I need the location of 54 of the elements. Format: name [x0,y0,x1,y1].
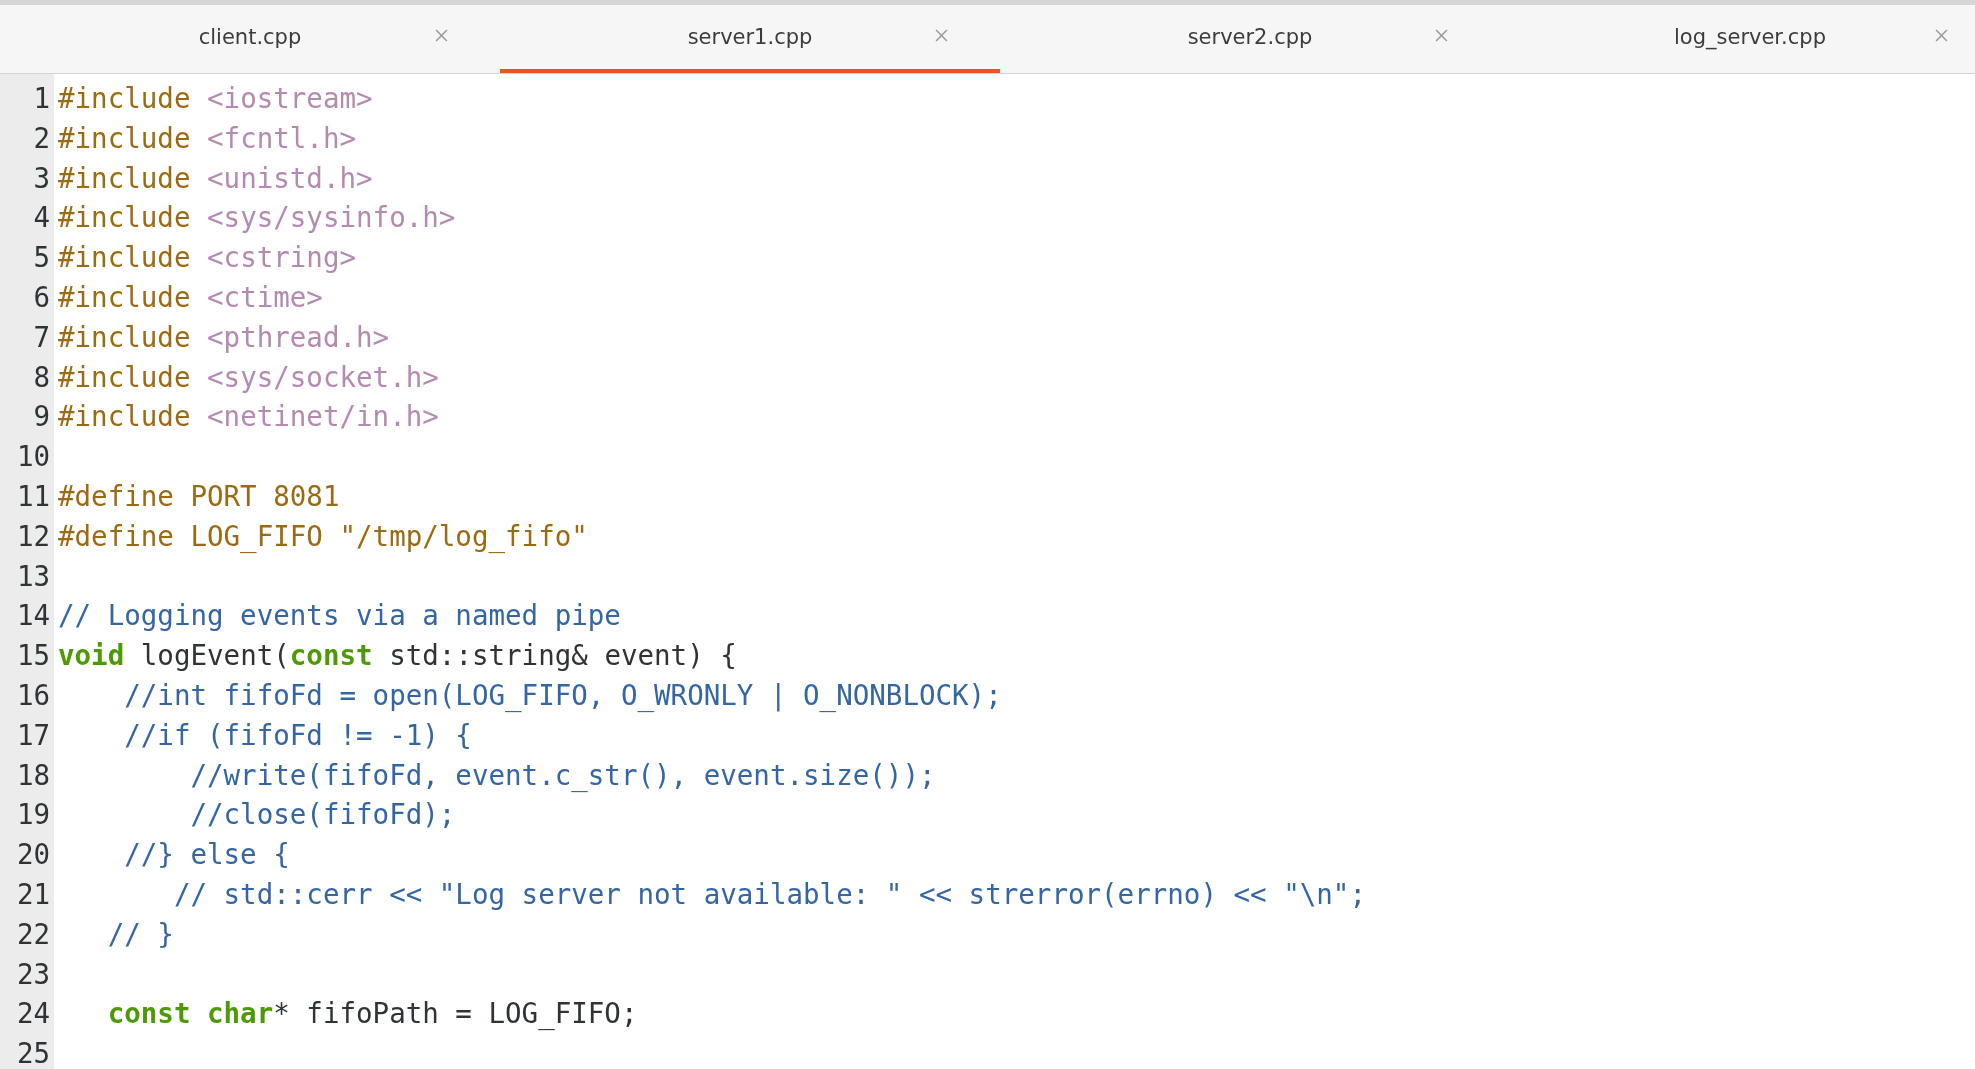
code-line: #include <fcntl.h> [58,121,357,154]
code-line: // Logging events via a named pipe [58,599,621,632]
line-number: 11 [15,478,51,514]
line-number: 23 [15,956,51,992]
code-line: // } [106,917,174,950]
line-number: 4 [32,200,51,236]
line-number: 25 [15,1036,51,1069]
line-number: 19 [15,797,51,833]
close-icon[interactable] [1435,29,1448,42]
code-line: #define PORT 8081 [58,479,340,512]
code-line: #include <ctime> [58,281,323,313]
code-line: //int fifoFd = open(LOG_FIFO, O_WRONLY | O_NONBLOCK); [123,678,1002,711]
line-number: 22 [15,916,51,952]
editor-tab[interactable]: server1.cpp [500,5,1000,73]
line-number: 21 [15,876,51,912]
line-number: 10 [15,439,51,475]
line-number: 14 [15,598,51,634]
code-line: #define LOG_FIFO "/tmp/log_fifo" [58,519,588,552]
code-line: #include <netinet/in.h> [58,400,439,433]
code-line: //} else { [123,838,290,871]
code-line: #include <unistd.h> [58,161,373,194]
line-number: 24 [15,996,51,1032]
line-number: 2 [32,120,51,156]
code-line: // std::cerr << "Log server not available: " << strerror(errno) << "\n"; [172,877,1366,910]
code-line: //if (fifoFd != -1) { [123,718,472,751]
close-icon[interactable] [1935,29,1948,42]
line-number: 1 [32,81,51,116]
line-number: 15 [15,638,51,674]
line-number: 3 [32,160,51,196]
code-line: const char* fifoPath = LOG_FIFO; [106,997,638,1030]
close-icon[interactable] [435,29,448,42]
line-number: 5 [32,240,51,276]
line-number: 13 [15,558,51,594]
line-number: 16 [15,677,51,713]
line-number: 6 [32,280,51,315]
code-line: //close(fifoFd); [189,798,456,831]
line-number: 8 [32,359,51,395]
code-line: #include <pthread.h> [58,320,390,353]
line-number: 9 [32,399,51,435]
editor-tab[interactable]: server2.cpp [1000,5,1500,73]
code-line: #include <sys/socket.h> [58,360,439,393]
line-number: 18 [15,757,51,793]
line-number: 20 [15,837,51,873]
code-line: //write(fifoFd, event.c_str(), event.size()); [189,758,936,791]
code-line: void logEvent(const std::string& event) { [58,639,737,672]
code-line: #include <sys/sysinfo.h> [58,201,456,234]
code-line: #include <iostream> [58,82,373,114]
code-line: #include <cstring> [58,241,357,274]
line-number: 12 [15,518,51,554]
editor-tab[interactable]: client.cpp [0,5,500,73]
editor-tab[interactable]: log_server.cpp [1500,5,1975,73]
line-number: 7 [32,319,51,355]
close-icon[interactable] [935,29,948,42]
line-number: 17 [15,717,51,753]
